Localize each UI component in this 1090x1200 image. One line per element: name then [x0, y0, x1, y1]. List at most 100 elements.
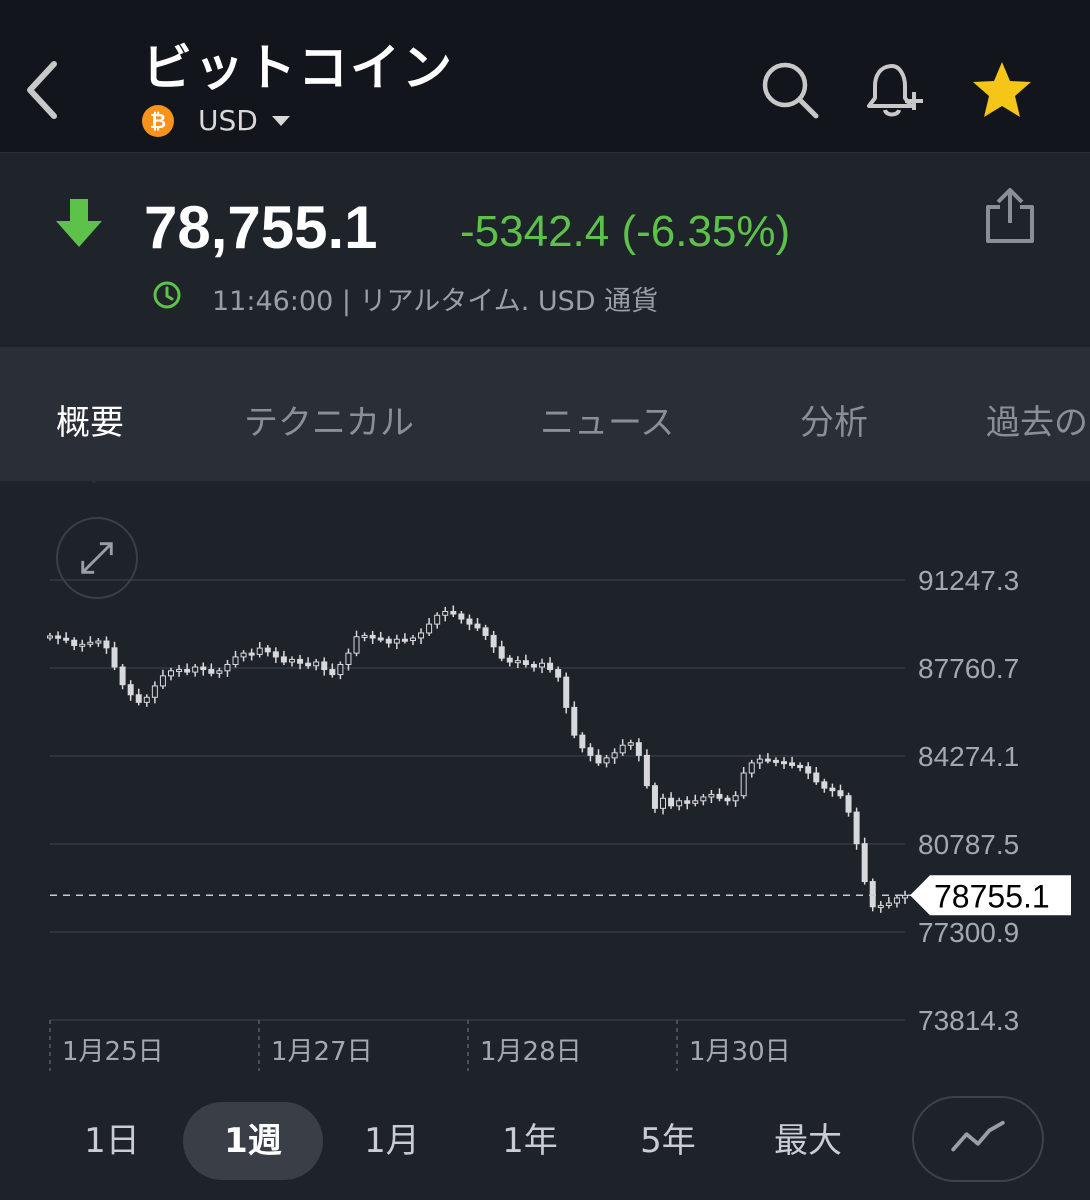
chart-type-button[interactable] — [912, 1096, 1044, 1182]
candle-body — [643, 754, 650, 787]
candle-body — [256, 647, 263, 655]
candle-body — [579, 734, 586, 749]
tab-bar: 概要 テクニカル ニュース 分析 過去の — [0, 347, 1090, 481]
candle-body — [651, 785, 658, 809]
down-arrow-icon — [56, 199, 102, 247]
candle-body — [353, 636, 360, 654]
candle-body — [159, 675, 166, 687]
candle-body — [837, 790, 844, 797]
candle-body — [700, 796, 707, 802]
y-tick-label: 80787.5 — [918, 829, 1019, 860]
candle-body — [418, 632, 425, 639]
search-icon[interactable] — [758, 58, 822, 122]
candle-body — [264, 647, 271, 653]
candle-body — [47, 635, 53, 639]
candle-body — [668, 797, 675, 807]
candle-body — [127, 684, 134, 696]
period-1m[interactable]: 1月 — [340, 1102, 444, 1180]
candle-body — [482, 627, 489, 636]
candle-body — [442, 610, 449, 616]
caret-down-icon — [271, 115, 290, 126]
x-tick-label: 1月27日 — [271, 1037, 373, 1067]
candle-body — [627, 742, 634, 746]
candle-body — [224, 663, 231, 672]
candle-body — [797, 764, 804, 768]
candle-body — [232, 656, 239, 665]
candle-body — [200, 666, 207, 671]
star-icon[interactable] — [970, 58, 1034, 122]
candle-body — [345, 652, 352, 665]
currency-selector[interactable]: ₿ USD — [142, 104, 290, 137]
candle-body — [458, 613, 465, 620]
candle-body — [63, 637, 70, 641]
period-5y[interactable]: 5年 — [616, 1102, 720, 1180]
candle-body — [87, 641, 94, 645]
candle-body — [288, 658, 295, 663]
candle-body — [748, 762, 755, 774]
candle-body — [71, 639, 78, 647]
candle-body — [619, 744, 626, 754]
candle-body — [95, 640, 102, 644]
candle-body — [684, 800, 691, 804]
candle-body — [208, 669, 215, 674]
candle-body — [240, 652, 247, 658]
candle-body — [119, 666, 126, 686]
candle-body — [756, 758, 763, 764]
bell-plus-icon[interactable] — [864, 58, 928, 122]
share-icon[interactable] — [984, 187, 1036, 245]
candle-body — [135, 694, 142, 703]
candle-body — [539, 662, 546, 668]
app-header: ビットコイン ₿ USD — [0, 0, 1090, 153]
candle-body — [272, 651, 279, 658]
candle-body — [603, 757, 610, 764]
candle-body — [369, 634, 376, 639]
x-tick-label: 1月25日 — [62, 1037, 164, 1067]
bitcoin-coin-icon: ₿ — [142, 104, 174, 137]
candle-body — [571, 706, 578, 736]
line-chart-icon — [951, 1120, 1005, 1152]
tab-news[interactable]: ニュース — [540, 395, 674, 444]
candle-body — [450, 610, 457, 615]
x-tick-label: 1月30日 — [689, 1037, 791, 1067]
price-chart[interactable]: 91247.3 87760.7 84274.1 80787.5 77300.9 73814… — [0, 481, 1090, 1091]
candle-body — [103, 640, 110, 649]
tab-overview[interactable]: 概要 — [56, 395, 124, 444]
candle-body — [434, 614, 441, 625]
candle-body — [329, 669, 336, 676]
y-tick-label: 91247.3 — [918, 565, 1019, 596]
candle-body — [635, 742, 642, 756]
candle-body — [248, 652, 255, 656]
candle-body — [385, 638, 392, 644]
candle-body — [902, 894, 908, 899]
tab-technical[interactable]: テクニカル — [244, 395, 414, 444]
candle-body — [740, 772, 747, 797]
tab-analysis[interactable]: 分析 — [800, 395, 868, 444]
candle-body — [885, 902, 892, 907]
candle-body — [176, 669, 183, 673]
candle-body — [764, 758, 771, 762]
period-1d[interactable]: 1日 — [60, 1102, 164, 1180]
y-tick-label: 77300.9 — [918, 917, 1019, 948]
clock-icon — [153, 281, 181, 309]
price-change: -5342.4 (-6.35%) — [460, 207, 791, 256]
y-tick-label: 73814.3 — [918, 1005, 1019, 1036]
candle-body — [111, 647, 118, 668]
candle-body — [853, 811, 860, 845]
candle-body — [401, 638, 408, 642]
candle-body — [732, 795, 739, 802]
expand-icon[interactable] — [56, 517, 138, 599]
tab-history[interactable]: 過去の — [986, 395, 1088, 444]
period-1y[interactable]: 1年 — [478, 1102, 582, 1180]
candle-body — [724, 797, 731, 802]
candle-body — [490, 634, 497, 648]
back-chevron-icon[interactable] — [18, 56, 68, 126]
candle-body — [321, 661, 328, 671]
candle-body — [79, 643, 86, 647]
candle-body — [813, 772, 820, 783]
timestamp-text: 11:46:00 | リアルタイム. USD 通貨 — [212, 286, 659, 317]
candle-body — [377, 637, 384, 641]
candle-body — [280, 656, 287, 663]
y-tick-label: 84274.1 — [918, 741, 1019, 772]
period-1w[interactable]: 1週 — [183, 1102, 323, 1180]
period-max[interactable]: 最大 — [756, 1102, 860, 1180]
